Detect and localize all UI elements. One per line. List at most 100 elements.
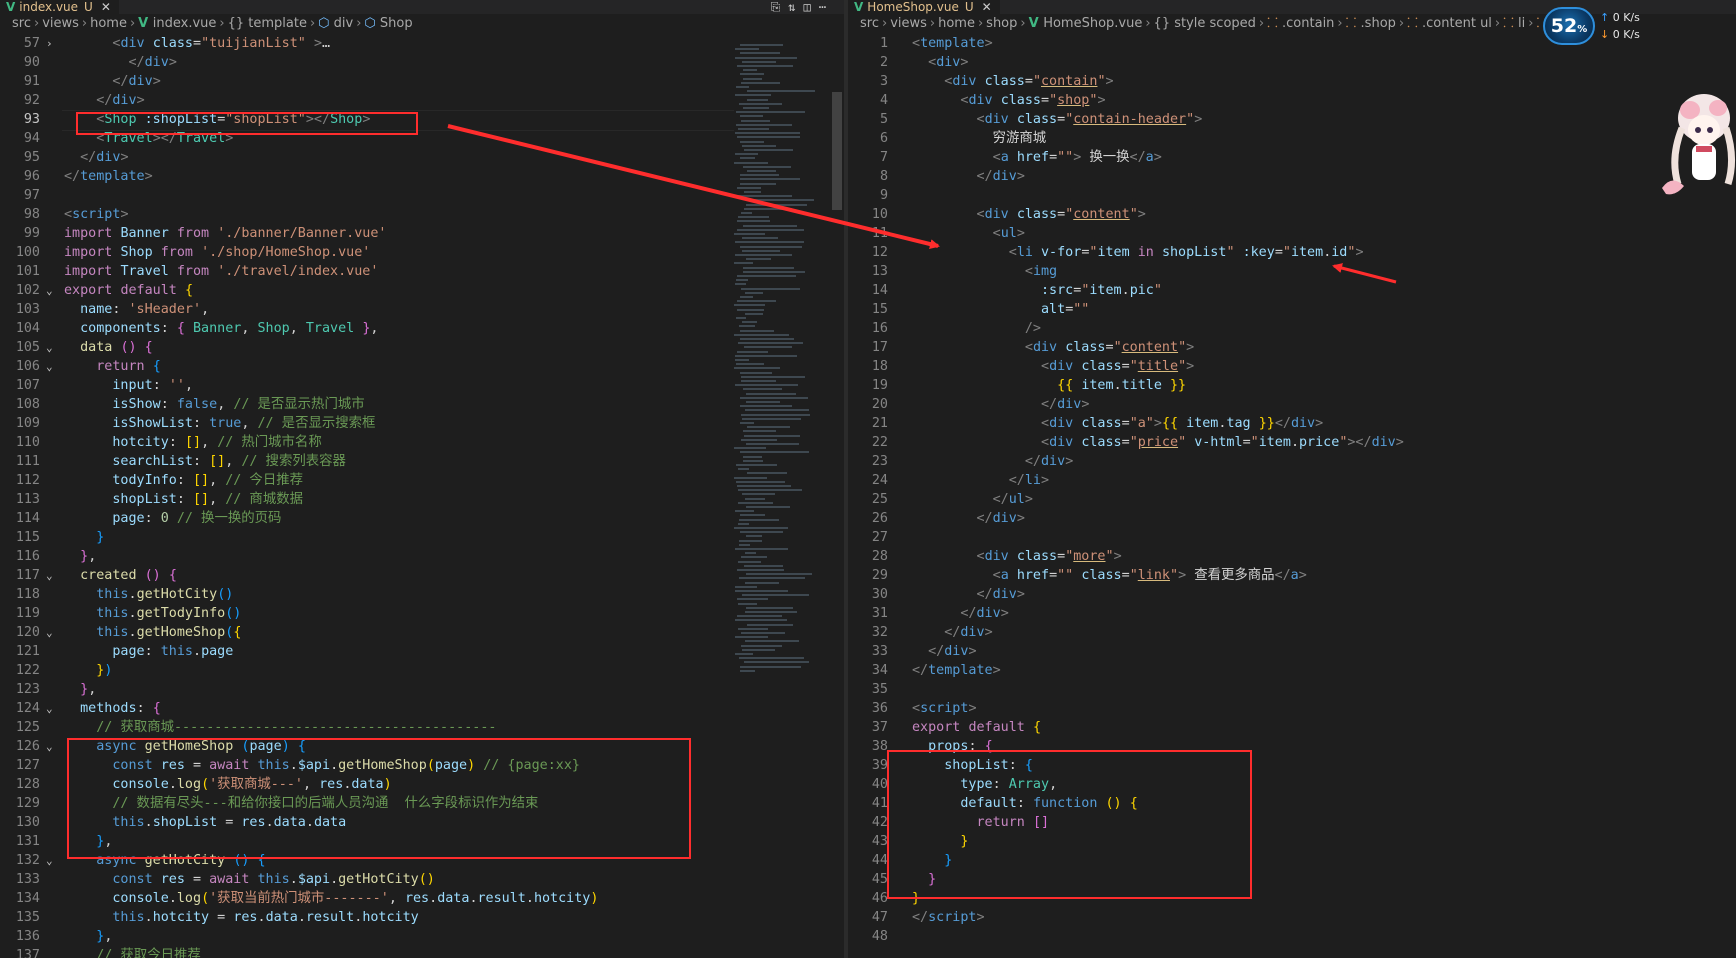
breadcrumb-item[interactable]: V HomeShop.vue [1029, 16, 1143, 31]
code-line[interactable]: 36 <script> [848, 699, 1736, 718]
fold-chevron-icon[interactable]: ⌄ [46, 338, 53, 357]
code-line[interactable]: 57 › <div class="tuijianList" >… [0, 34, 844, 53]
code-line[interactable]: 9 [848, 186, 1736, 205]
breadcrumb-item[interactable]: ⬡ div [318, 16, 353, 31]
mascot-icon[interactable] [1660, 88, 1736, 200]
left-editor-pane[interactable]: Vindex.vue U ✕ ⎘⇅◫⋯ src › views › home › V index… [0, 0, 844, 958]
breadcrumb-item[interactable]: {} template [228, 16, 307, 31]
code-line[interactable]: 119 this.getTodyInfo() [0, 604, 844, 623]
close-icon[interactable]: ✕ [101, 0, 111, 14]
code-line[interactable]: 17 <div class="content"> [848, 338, 1736, 357]
compare-icon[interactable]: ⇅ [788, 0, 803, 14]
code-line[interactable]: 34 </template> [848, 661, 1736, 680]
breadcrumb-item[interactable]: ⸬ .content ul [1407, 16, 1492, 31]
code-line[interactable]: 15 alt="" [848, 300, 1736, 319]
right-editor-pane[interactable]: V HomeShop.vue U ✕ src › views › home › shop › V Ho… [848, 0, 1736, 958]
code-line[interactable]: 33 </div> [848, 642, 1736, 661]
code-line[interactable]: 40 type: Array, [848, 775, 1736, 794]
code-line[interactable]: 23 </div> [848, 452, 1736, 471]
code-area[interactable]: 1 <template> 2 <div> 3 <div class="contain"… [848, 34, 1736, 946]
breadcrumb-item[interactable]: ⸬ .contain [1267, 16, 1334, 31]
code-line[interactable]: 14 :src="item.pic" [848, 281, 1736, 300]
code-line[interactable]: 132 ⌄ async getHotCity () { [0, 851, 844, 870]
close-icon[interactable]: ✕ [982, 0, 992, 14]
code-line[interactable]: 104 components: { Banner, Shop, Travel }… [0, 319, 844, 338]
code-line[interactable]: 3 <div class="contain"> [848, 72, 1736, 91]
code-line[interactable]: 136 }, [0, 927, 844, 946]
code-line[interactable]: 38 props: { [848, 737, 1736, 756]
code-line[interactable]: 131 }, [0, 832, 844, 851]
fold-chevron-icon[interactable]: ⌄ [46, 851, 53, 870]
scrollbar[interactable] [832, 92, 842, 210]
code-line[interactable]: 108 isShow: false, // 是否显示热门城市 [0, 395, 844, 414]
minimap[interactable] [730, 44, 820, 684]
code-line[interactable]: 107 input: '', [0, 376, 844, 395]
code-line[interactable]: 103 name: 'sHeader', [0, 300, 844, 319]
breadcrumb-item[interactable]: src [860, 16, 879, 31]
code-line[interactable]: 135 this.hotcity = res.data.result.hotci… [0, 908, 844, 927]
code-line[interactable]: 30 </div> [848, 585, 1736, 604]
code-line[interactable]: 118 this.getHotCity() [0, 585, 844, 604]
code-line[interactable]: 110 hotcity: [], // 热门城市名称 [0, 433, 844, 452]
code-line[interactable]: 120 ⌄ this.getHomeShop({ [0, 623, 844, 642]
breadcrumb-item[interactable]: home [90, 16, 127, 31]
code-line[interactable]: 111 searchList: [], // 搜索列表容器 [0, 452, 844, 471]
code-line[interactable]: 91 </div> [0, 72, 844, 91]
code-line[interactable]: 2 <div> [848, 53, 1736, 72]
code-line[interactable]: 90 </div> [0, 53, 844, 72]
fold-chevron-icon[interactable]: ⌄ [46, 737, 53, 756]
code-line[interactable]: 41 default: function () { [848, 794, 1736, 813]
code-line[interactable]: 7 <a href=""> 换一换</a> [848, 148, 1736, 167]
code-line[interactable]: 46} [848, 889, 1736, 908]
code-line[interactable]: 11 <ul> [848, 224, 1736, 243]
code-area[interactable]: 57 › <div class="tuijianList" >… 90 </div>… [0, 34, 844, 958]
code-line[interactable]: 126 ⌄ async getHomeShop (page) { [0, 737, 844, 756]
open-changes-icon[interactable]: ⎘ [771, 0, 789, 14]
code-line[interactable]: 13 <img [848, 262, 1736, 281]
code-line[interactable]: 5 <div class="contain-header"> [848, 110, 1736, 129]
fold-chevron-icon[interactable]: ⌄ [46, 623, 53, 642]
more-actions-icon[interactable]: ⋯ [819, 0, 834, 14]
code-line[interactable]: 37 export default { [848, 718, 1736, 737]
code-line[interactable]: 48 [848, 927, 1736, 946]
code-line[interactable]: 106 ⌄ return { [0, 357, 844, 376]
code-line[interactable]: 128 console.log('获取商城---', res.data) [0, 775, 844, 794]
code-line[interactable]: 27 [848, 528, 1736, 547]
code-line[interactable]: 8 </div> [848, 167, 1736, 186]
code-line[interactable]: 18 <div class="title"> [848, 357, 1736, 376]
code-line[interactable]: 113 shopList: [], // 商城数据 [0, 490, 844, 509]
code-line[interactable]: 10 <div class="content"> [848, 205, 1736, 224]
code-line[interactable]: 28 <div class="more"> [848, 547, 1736, 566]
code-line[interactable]: 29 <a href="" class="link"> 查看更多商品</a> [848, 566, 1736, 585]
code-line[interactable]: 4 <div class="shop"> [848, 91, 1736, 110]
code-line[interactable]: 44 } [848, 851, 1736, 870]
fold-chevron-icon[interactable]: ⌄ [46, 699, 53, 718]
code-line[interactable]: 122 }) [0, 661, 844, 680]
code-line[interactable]: 16 /> [848, 319, 1736, 338]
code-line[interactable]: 100 import Shop from './shop/HomeShop.vue… [0, 243, 844, 262]
code-line[interactable]: 127 const res = await this.$api.getHomeS… [0, 756, 844, 775]
code-line[interactable]: 102 ⌄ export default { [0, 281, 844, 300]
code-line[interactable]: 105 ⌄ data () { [0, 338, 844, 357]
code-line[interactable]: 115 } [0, 528, 844, 547]
code-line[interactable]: 114 page: 0 // 换一换的页码 [0, 509, 844, 528]
code-line[interactable]: 117 ⌄ created () { [0, 566, 844, 585]
code-line[interactable]: 99 import Banner from './banner/Banner.vu… [0, 224, 844, 243]
breadcrumb-item[interactable]: views [890, 16, 927, 31]
fold-chevron-icon[interactable]: › [46, 34, 53, 53]
code-line[interactable]: 124 ⌄ methods: { [0, 699, 844, 718]
code-line[interactable]: 134 console.log('获取当前热门城市-------', res.d… [0, 889, 844, 908]
code-line[interactable]: 133 const res = await this.$api.getHotCi… [0, 870, 844, 889]
code-line[interactable]: 94 <Travel></Travel> [0, 129, 844, 148]
code-line[interactable]: 32 </div> [848, 623, 1736, 642]
code-line[interactable]: 47 </script> [848, 908, 1736, 927]
code-line[interactable]: 24 </li> [848, 471, 1736, 490]
code-line[interactable]: 96 </template> [0, 167, 844, 186]
code-line[interactable]: 97 [0, 186, 844, 205]
code-line[interactable]: 39 shopList: { [848, 756, 1736, 775]
code-line[interactable]: 42 return [] [848, 813, 1736, 832]
tab-index-vue[interactable]: Vindex.vue U ✕ [0, 0, 119, 14]
split-editor-icon[interactable]: ◫ [804, 0, 819, 14]
code-line[interactable]: 26 </div> [848, 509, 1736, 528]
code-line[interactable]: 12 <li v-for="item in shopList" :key="it… [848, 243, 1736, 262]
